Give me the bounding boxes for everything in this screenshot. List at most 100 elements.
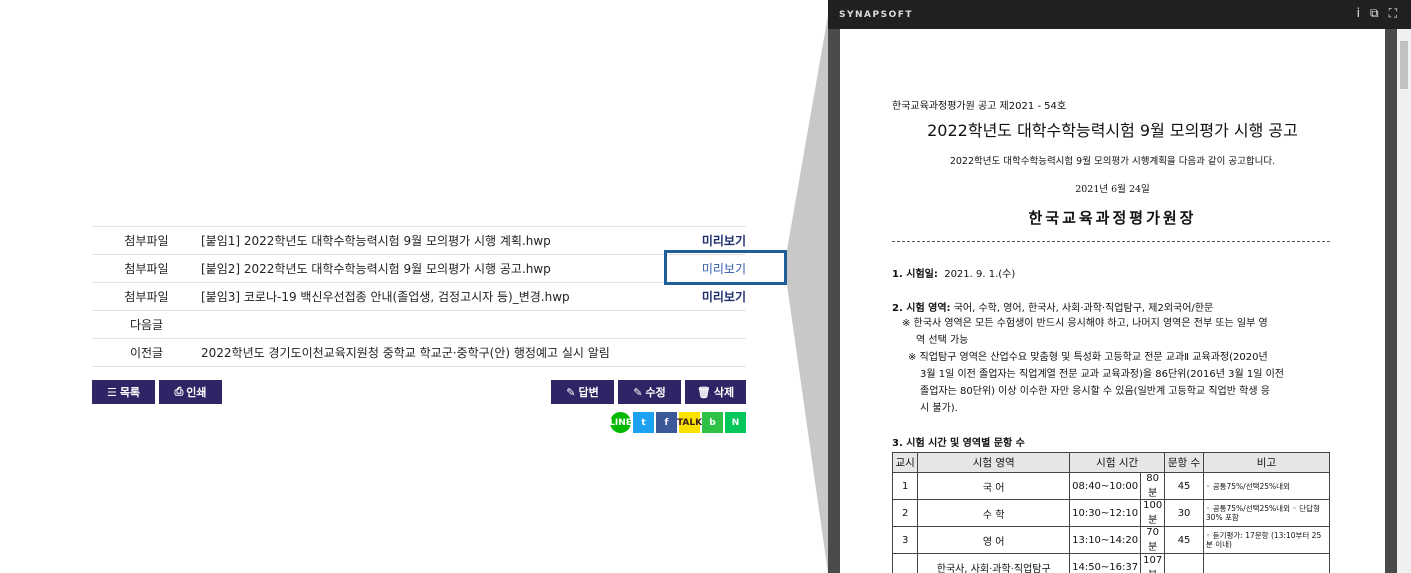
table-cell: ◦ 공통75%/선택25%내외 ◦ 단답형 30% 포함: [1202, 499, 1331, 527]
list-button[interactable]: ☰ 목록: [92, 380, 155, 404]
section-label: 1. 시험일:: [892, 269, 938, 280]
prev-post-link[interactable]: 2022학년도 경기도이천교육지원청 중학교 학교군·중학구(안) 행정예고 실…: [201, 344, 676, 361]
delete-button-label: 삭제: [713, 386, 735, 399]
table-cell: [1164, 553, 1204, 573]
table-cell: [891, 553, 919, 573]
table-row: 다음글: [92, 311, 746, 339]
doc-date: 2021년 6월 24일: [1075, 184, 1150, 195]
list-button-label: 목록: [119, 386, 141, 399]
section-value: 국어, 수학, 영어, 한국사, 사회·과학·직업탐구, 제2외국어/한문: [953, 303, 1214, 314]
note-line: 3월 1일 이전 졸업자는 직업계열 전문 교과 교육과정)을 86단위(201…: [920, 369, 1284, 380]
share-icons: LINE t f TALK b N: [609, 412, 746, 433]
note-line: ※ 직업탐구 영역은 산업수요 맞춤형 및 특성화 고등학교 전문 교과Ⅱ 교육…: [908, 352, 1268, 363]
trash-icon: 🗑: [696, 385, 711, 399]
table-row: 첨부파일 [붙임1] 2022학년도 대학수학능력시험 9월 모의평가 시행 계…: [92, 227, 746, 255]
table-cell: 13:10~14:20: [1069, 526, 1142, 554]
table-cell: ◦ 듣기평가: 17문항 (13:10부터 25분 이내): [1202, 526, 1331, 554]
print-button-label: 인쇄: [186, 386, 207, 399]
attachment-link[interactable]: [붙임3] 코로나-19 백신우선접종 안내(졸업생, 검정고시자 등)_변경.…: [201, 288, 676, 305]
table-header: 문항 수: [1164, 452, 1204, 473]
edit-button-label: 수정: [645, 386, 666, 399]
note-vocational: ※ 직업탐구 영역은 산업수요 맞춤형 및 특성화 고등학교 전문 교과Ⅱ 교육…: [908, 349, 1284, 417]
attachment-link[interactable]: [붙임1] 2022학년도 대학수학능력시험 9월 모의평가 시행 계획.hwp: [201, 232, 676, 249]
info-icon[interactable]: i: [1357, 6, 1360, 21]
table-cell: ◦ 공통75%/선택25%내외: [1202, 472, 1331, 500]
naver-icon[interactable]: N: [725, 412, 746, 433]
table-row: 첨부파일 [붙임2] 2022학년도 대학수학능력시험 9월 모의평가 시행 공…: [92, 255, 746, 283]
pencil-icon: ✎: [566, 385, 576, 399]
doc-subtitle: 2022학년도 대학수학능력시험 9월 모의평가 시행계획을 다음과 같이 공고…: [949, 156, 1276, 167]
table-cell: 30: [1164, 499, 1204, 527]
section-value: 2021. 9. 1.(수): [944, 269, 1016, 280]
note-line: ※ 한국사 영역은 모든 수험생이 반드시 응시해야 하고, 나머지 영역은 전…: [902, 318, 1268, 329]
kakaotalk-icon[interactable]: TALK: [677, 412, 702, 433]
schedule-table: 교시 시험 영역 시험 시간 문항 수 비고 1 국 어 08:40~10:00…: [891, 452, 1331, 573]
scrollbar-thumb[interactable]: [1400, 41, 1408, 89]
table-cell: 08:40~10:00: [1069, 472, 1142, 500]
preview-button[interactable]: 미리보기: [676, 232, 746, 249]
table-cell: 10:30~12:10: [1069, 499, 1142, 527]
action-buttons: ☰ 목록 ⎙ 인쇄 ✎ 답변 ✎ 수정 🗑 삭제: [92, 380, 746, 404]
copy-icon[interactable]: ⧉: [1370, 6, 1379, 21]
row-label: 다음글: [129, 318, 164, 332]
table-cell: 45: [1164, 526, 1204, 554]
table-cell: 70분: [1140, 526, 1166, 554]
table-cell: 100분: [1140, 499, 1166, 527]
table-cell: [1202, 553, 1331, 573]
edit-button[interactable]: ✎ 수정: [618, 380, 681, 404]
row-label: 첨부파일: [124, 234, 169, 248]
facebook-icon[interactable]: f: [656, 412, 677, 433]
reply-button-label: 답변: [578, 386, 599, 399]
viewer-brand: SYNAPSOFT: [839, 9, 914, 20]
viewer-controls: i ⧉ ⛶: [1357, 6, 1397, 21]
table-row: 이전글 2022학년도 경기도이천교육지원청 중학교 학교군·중학구(안) 행정…: [92, 339, 746, 367]
table-header: 교시: [891, 452, 919, 473]
delete-button[interactable]: 🗑 삭제: [685, 380, 746, 404]
reply-button[interactable]: ✎ 답변: [551, 380, 614, 404]
attachment-board: 첨부파일 [붙임1] 2022학년도 대학수학능력시험 9월 모의평가 시행 계…: [92, 226, 746, 433]
table-cell: 45: [1164, 472, 1204, 500]
divider: [892, 241, 1330, 242]
section-label: 2. 시험 영역:: [892, 303, 951, 314]
document-viewer: SYNAPSOFT i ⧉ ⛶ 한국교육과정평가원 공고 제2021 - 54호…: [828, 0, 1411, 573]
line-icon[interactable]: LINE: [609, 412, 632, 433]
table-cell: 80분: [1140, 472, 1166, 500]
table-row: 1 국 어 08:40~10:00 80분 45 ◦ 공통75%/선택25%내외: [891, 472, 1331, 500]
band-icon[interactable]: b: [702, 412, 723, 433]
preview-button[interactable]: 미리보기: [676, 288, 746, 305]
table-cell: 1: [891, 472, 919, 500]
attachment-link[interactable]: [붙임2] 2022학년도 대학수학능력시험 9월 모의평가 시행 공고.hwp: [201, 260, 676, 277]
table-cell: 수 학: [917, 499, 1071, 527]
table-row: 2 수 학 10:30~12:10 100분 30 ◦ 공통75%/선택25%내…: [891, 499, 1331, 527]
fullscreen-icon[interactable]: ⛶: [1389, 6, 1397, 21]
note-korean-history: ※ 한국사 영역은 모든 수험생이 반드시 응시해야 하고, 나머지 영역은 전…: [902, 315, 1268, 349]
highlight-box: [664, 250, 787, 285]
row-label: 첨부파일: [124, 262, 169, 276]
table-row: 3 영 어 13:10~14:20 70분 45 ◦ 듣기평가: 17문항 (1…: [891, 526, 1331, 554]
print-button[interactable]: ⎙ 인쇄: [159, 380, 222, 404]
row-label: 첨부파일: [124, 290, 169, 304]
section-exam-date: 1. 시험일: 2021. 9. 1.(수): [892, 265, 1015, 280]
doc-title: 2022학년도 대학수학능력시험 9월 모의평가 시행 공고: [927, 121, 1298, 140]
viewer-toolbar: SYNAPSOFT: [828, 0, 1411, 29]
document-page: 한국교육과정평가원 공고 제2021 - 54호 2022학년도 대학수학능력시…: [840, 29, 1385, 573]
table-cell: 한국사, 사회·과학·직업탐구: [917, 553, 1071, 573]
note-line: 역 선택 가능: [916, 335, 969, 346]
table-cell: 107분: [1140, 553, 1166, 573]
pencil-icon: ✎: [633, 385, 643, 399]
twitter-icon[interactable]: t: [633, 412, 654, 433]
table-row: 한국사, 사회·과학·직업탐구 14:50~16:37 107분: [891, 553, 1331, 573]
table-cell: 국 어: [917, 472, 1071, 500]
table-cell: 14:50~16:37: [1069, 553, 1142, 573]
viewer-scrollbar[interactable]: [1397, 29, 1411, 573]
table-header: 비고: [1202, 452, 1331, 473]
viewer-canvas: 한국교육과정평가원 공고 제2021 - 54호 2022학년도 대학수학능력시…: [828, 29, 1411, 573]
attachment-table: 첨부파일 [붙임1] 2022학년도 대학수학능력시험 9월 모의평가 시행 계…: [92, 226, 746, 367]
table-cell: 영 어: [917, 526, 1071, 554]
row-label: 이전글: [129, 346, 164, 360]
table-cell: 3: [891, 526, 919, 554]
note-line: 시 불가).: [920, 403, 958, 414]
table-row: 첨부파일 [붙임3] 코로나-19 백신우선접종 안내(졸업생, 검정고시자 등…: [92, 283, 746, 311]
section-exam-areas: 2. 시험 영역: 국어, 수학, 영어, 한국사, 사회·과학·직업탐구, 제…: [892, 299, 1213, 314]
table-header: 시험 영역: [917, 452, 1071, 473]
